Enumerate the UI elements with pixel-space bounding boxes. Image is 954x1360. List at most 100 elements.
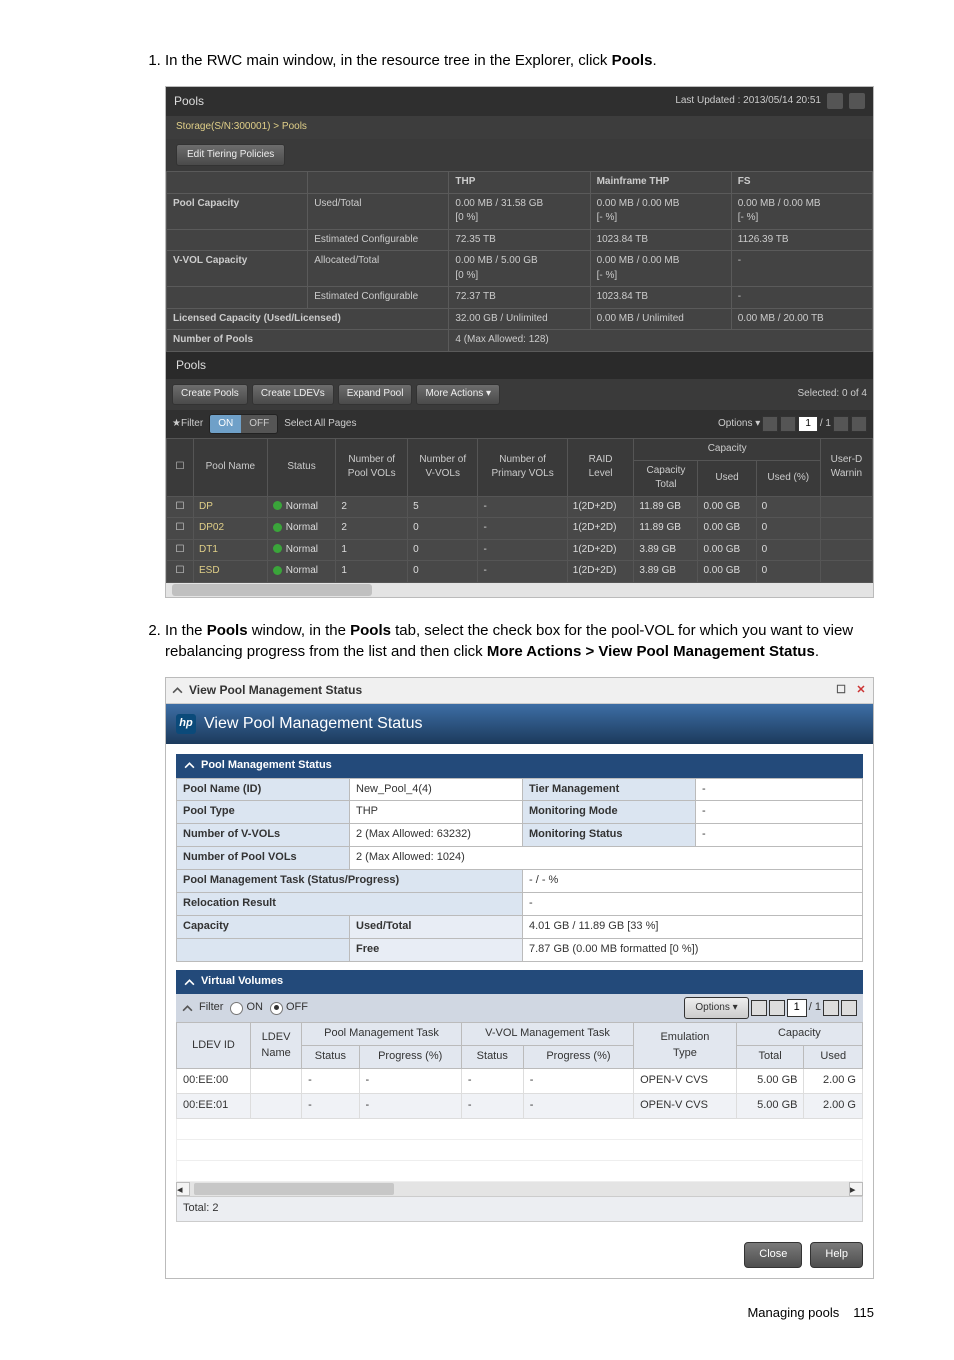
table-row[interactable]: 00:EE:00----OPEN-V CVS5.00 GB2.00 G: [177, 1069, 863, 1094]
page-first-icon[interactable]: [751, 1000, 767, 1016]
vh-st1[interactable]: Status: [302, 1046, 359, 1069]
vh-tot[interactable]: Total: [736, 1046, 804, 1069]
select-all-button[interactable]: Select All Pages: [284, 417, 356, 432]
m-v3: 2 (Max Allowed: 1024): [350, 847, 863, 870]
help-button[interactable]: Help: [810, 1242, 863, 1268]
grid-footer: Total: 2: [176, 1196, 863, 1222]
help-icon[interactable]: [849, 93, 865, 109]
cap-r3-s: Estimated Configurable: [308, 287, 449, 309]
chevron-up-icon[interactable]: [182, 1003, 193, 1014]
filter-bar: ★Filter ONOFF Select All Pages Options ▾…: [166, 410, 873, 439]
options-button[interactable]: Options ▾: [718, 417, 760, 432]
chevron-up-icon: [184, 760, 195, 771]
footer-title: Managing pools: [747, 1305, 839, 1320]
expand-pool-button[interactable]: Expand Pool: [338, 384, 413, 405]
close-button[interactable]: Close: [744, 1242, 802, 1268]
section-vv[interactable]: Virtual Volumes: [176, 970, 863, 994]
collapse-icon[interactable]: [172, 685, 183, 696]
scroll-right-icon[interactable]: ▸: [849, 1182, 863, 1196]
close-icon[interactable]: ✕: [855, 685, 867, 697]
m-v7: Free: [350, 939, 523, 962]
cap-r1-thp: 72.35 TB: [449, 229, 590, 251]
col-cup[interactable]: Used (%): [756, 460, 820, 496]
step-2-b2: Pools: [350, 622, 391, 639]
page-next-icon[interactable]: [833, 416, 849, 432]
vv-filter-bar: Filter ON OFF Options ▾ 1 / 1: [176, 994, 863, 1023]
filter-toggle[interactable]: ONOFF: [209, 414, 278, 435]
m-v7b: 7.87 GB (0.00 MB formatted [0 %]): [523, 939, 863, 962]
cap-r0-k: Pool Capacity: [167, 193, 308, 229]
pools-toolbar: Create Pools Create LDEVs Expand Pool Mo…: [166, 379, 873, 410]
m-v1b: -: [696, 801, 863, 824]
col-poolname[interactable]: Pool Name: [194, 439, 268, 497]
meta-table: Pool Name (ID)New_Pool_4(4)Tier Manageme…: [176, 778, 863, 963]
step-2-c: window, in the: [248, 622, 351, 639]
dialog-banner: hp View Pool Management Status: [166, 704, 873, 743]
m-k5: Relocation Result: [177, 893, 523, 916]
section-pms[interactable]: Pool Management Status: [176, 754, 863, 778]
create-ldevs-button[interactable]: Create LDEVs: [252, 384, 334, 405]
vh-pmt[interactable]: Pool Management Task: [302, 1023, 462, 1046]
vh-pr2[interactable]: Progress (%): [523, 1046, 633, 1069]
col-cu[interactable]: Used: [698, 460, 756, 496]
vh-lname[interactable]: LDEV Name: [250, 1023, 301, 1069]
vh-cap[interactable]: Capacity: [736, 1023, 862, 1046]
table-row[interactable]: 00:EE:01----OPEN-V CVS5.00 GB2.00 G: [177, 1094, 863, 1119]
vh-vvm[interactable]: V-VOL Management Task: [461, 1023, 633, 1046]
vh-used[interactable]: Used: [804, 1046, 863, 1069]
m-v4: - / - %: [523, 870, 863, 893]
col-status[interactable]: Status: [267, 439, 336, 497]
table-row[interactable]: ☐DPNormal25-1(2D+2D)11.89 GB0.00 GB0: [167, 496, 873, 518]
more-actions-button[interactable]: More Actions ▾: [416, 384, 500, 405]
page-number[interactable]: 1: [798, 416, 818, 433]
step-1-bold: Pools: [612, 52, 653, 69]
filter-off-radio[interactable]: [270, 1002, 283, 1015]
step-2-b1: Pools: [207, 622, 248, 639]
m-v6b: 4.01 GB / 11.89 GB [33 %]: [523, 916, 863, 939]
h-scrollbar[interactable]: ◂▸: [176, 1182, 863, 1196]
create-pools-button[interactable]: Create Pools: [172, 384, 248, 405]
table-row[interactable]: ☐DP02Normal20-1(2D+2D)11.89 GB0.00 GB0: [167, 518, 873, 540]
selected-count: Selected: 0 of 4: [798, 387, 868, 402]
vh-em[interactable]: Emulation Type: [634, 1023, 737, 1069]
vh-ldev[interactable]: LDEV ID: [177, 1023, 251, 1069]
capacity-table: THP Mainframe THP FS Pool CapacityUsed/T…: [166, 171, 873, 352]
last-updated: Last Updated : 2013/05/14 20:51: [675, 94, 821, 109]
col-raid[interactable]: RAID Level: [567, 439, 634, 497]
step-2: In the Pools window, in the Pools tab, s…: [165, 620, 874, 1280]
page-number: 115: [853, 1305, 874, 1320]
col-npr[interactable]: Number of Primary VOLs: [478, 439, 567, 497]
page-number[interactable]: 1: [787, 999, 807, 1017]
edit-tiering-button[interactable]: Edit Tiering Policies: [176, 144, 285, 167]
h-scrollbar[interactable]: [166, 583, 873, 597]
page-last-icon[interactable]: [851, 416, 867, 432]
table-row[interactable]: ☐ESDNormal10-1(2D+2D)3.89 GB0.00 GB0: [167, 561, 873, 583]
page-next-icon[interactable]: [823, 1000, 839, 1016]
refresh-icon[interactable]: [827, 93, 843, 109]
vh-pr1[interactable]: Progress (%): [359, 1046, 461, 1069]
m-v0b: -: [696, 778, 863, 801]
col-check[interactable]: ☐: [167, 439, 194, 497]
page-prev-icon[interactable]: [780, 416, 796, 432]
page-prev-icon[interactable]: [769, 1000, 785, 1016]
col-nvv[interactable]: Number of V-VOLs: [408, 439, 478, 497]
col-capacity[interactable]: Capacity: [634, 439, 820, 461]
page-total: / 1: [809, 1000, 821, 1016]
page-first-icon[interactable]: [762, 416, 778, 432]
cap-r1-s: Estimated Configurable: [308, 229, 449, 251]
maximize-icon[interactable]: ☐: [835, 685, 847, 697]
page-last-icon[interactable]: [841, 1000, 857, 1016]
table-row[interactable]: ☐DT1Normal10-1(2D+2D)3.89 GB0.00 GB0: [167, 539, 873, 561]
dialog-titlebar: View Pool Management Status ☐ ✕: [166, 678, 873, 704]
col-warn[interactable]: User-D Warnin: [820, 439, 872, 497]
scroll-left-icon[interactable]: ◂: [176, 1182, 190, 1196]
col-npv[interactable]: Number of Pool VOLs: [336, 439, 408, 497]
options-button[interactable]: Options ▾: [684, 997, 748, 1020]
titlebar: Pools Last Updated : 2013/05/14 20:51: [166, 87, 873, 116]
breadcrumb[interactable]: Storage(S/N:300001) > Pools: [166, 116, 873, 139]
vh-st2[interactable]: Status: [461, 1046, 523, 1069]
col-ct[interactable]: Capacity Total: [634, 460, 698, 496]
step-2-b3: More Actions > View Pool Management Stat…: [487, 643, 815, 660]
filter-on-radio[interactable]: [230, 1002, 243, 1015]
cap-r4-mf: 0.00 MB / Unlimited: [590, 308, 731, 330]
